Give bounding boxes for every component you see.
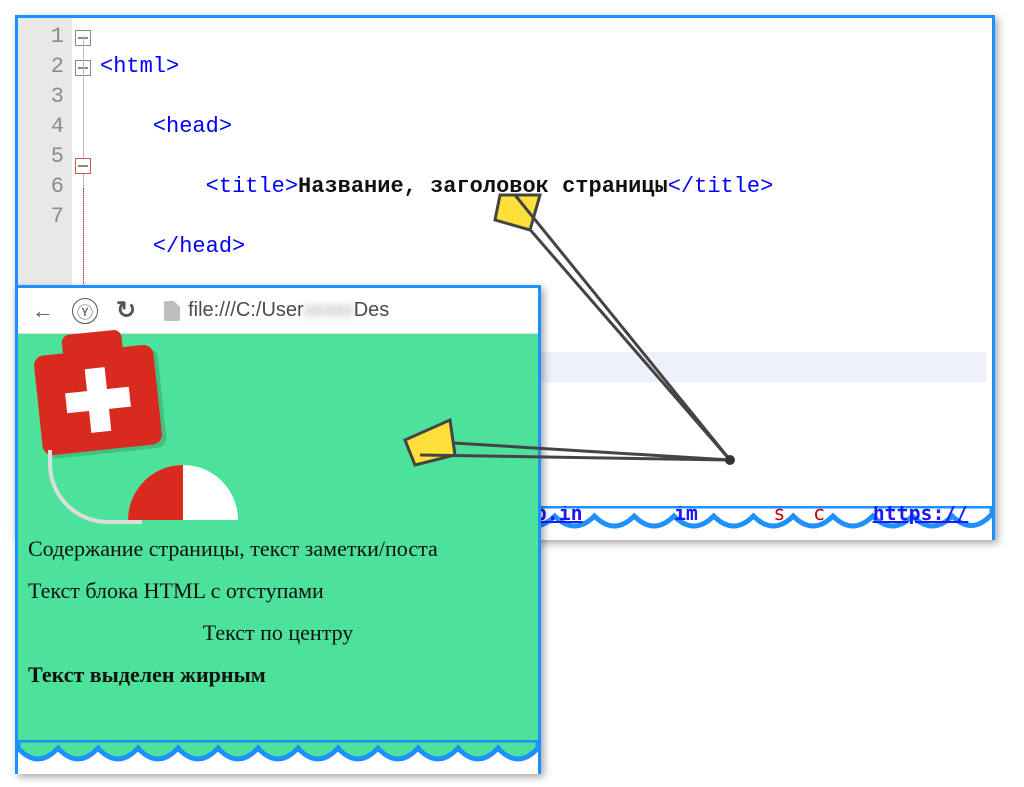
code-token: html — [113, 54, 166, 79]
page-paragraph: Текст блока HTML с отступами — [28, 578, 528, 604]
code-token: > — [166, 54, 179, 79]
code-token: > — [285, 174, 298, 199]
url-fragment: Des — [354, 299, 390, 321]
medkit-icon — [33, 344, 163, 456]
browser-toolbar: ← Ⓨ ↻ file:///C:/UserxxxxxDes — [18, 288, 538, 334]
browser-preview-panel: ← Ⓨ ↻ file:///C:/UserxxxxxDes Содержание… — [15, 285, 541, 774]
code-token: > — [219, 114, 232, 139]
code-token: title — [694, 174, 760, 199]
page-paragraph: Текст по центру — [28, 620, 528, 646]
back-icon[interactable]: ← — [32, 298, 54, 324]
code-token: > — [760, 174, 773, 199]
code-token: < — [100, 54, 113, 79]
reload-icon[interactable]: ↻ — [116, 296, 136, 325]
url-fragment: file:///C:/User — [188, 299, 304, 321]
rendered-page: Содержание страницы, текст заметки/поста… — [18, 334, 538, 740]
code-token: > — [232, 234, 245, 259]
code-fragment: p.in — [535, 506, 583, 525]
page-icon — [164, 301, 180, 321]
url-text: file:///C:/UserxxxxxDes — [188, 299, 389, 322]
code-token: head — [166, 114, 219, 139]
fold-toggle-icon[interactable] — [75, 158, 91, 174]
line-number: 1 — [30, 22, 64, 52]
page-paragraph: Содержание страницы, текст заметки/поста — [28, 536, 528, 562]
code-fragment: c — [813, 506, 825, 525]
line-number: 5 — [30, 142, 64, 172]
line-number: 6 — [30, 172, 64, 202]
line-number: 4 — [30, 112, 64, 142]
code-fragment: https:// — [873, 506, 969, 525]
mouse-icon — [128, 465, 238, 520]
code-fragment: s — [773, 506, 785, 525]
yandex-logo-icon[interactable]: Ⓨ — [72, 298, 98, 324]
line-number: 3 — [30, 82, 64, 112]
line-number: 7 — [30, 202, 64, 232]
line-number: 2 — [30, 52, 64, 82]
code-token: < — [206, 174, 219, 199]
code-token: head — [179, 234, 232, 259]
code-title-text: Название, заголовок страницы — [298, 174, 668, 199]
code-token: title — [219, 174, 285, 199]
code-fragment: im — [674, 506, 698, 525]
code-token: < — [153, 114, 166, 139]
url-blurred: xxxxx — [304, 299, 354, 321]
page-paragraph-bold: Текст выделен жирным — [28, 662, 528, 688]
page-logo — [28, 340, 248, 520]
address-bar[interactable]: file:///C:/UserxxxxxDes — [154, 297, 399, 324]
torn-edge — [18, 740, 538, 774]
code-token: </ — [668, 174, 694, 199]
code-token: </ — [153, 234, 179, 259]
